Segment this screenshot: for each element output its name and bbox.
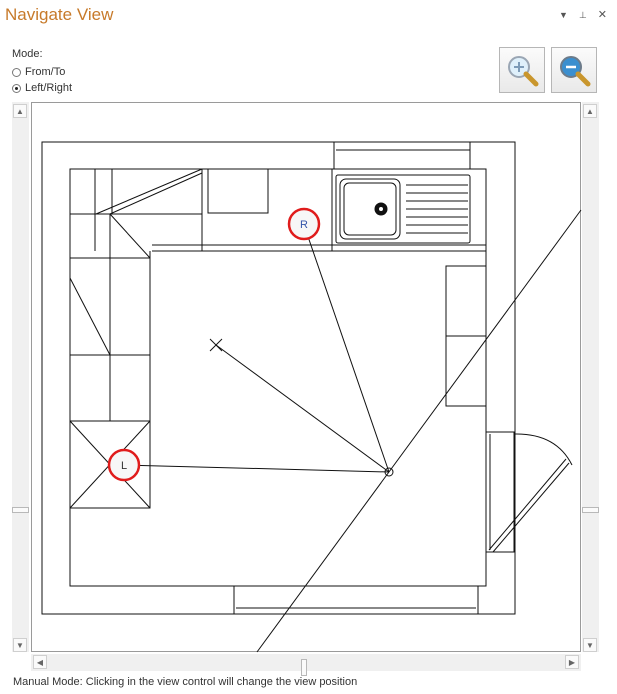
right-cabinet-bottom [445,335,487,407]
scroll-left-arrow-icon[interactable]: ◀ [33,655,47,669]
target-sight-line [215,344,390,473]
marker-right[interactable]: R [287,207,321,241]
left-scroll-thumb[interactable] [12,507,29,513]
panel-title: Navigate View [5,5,114,24]
radio-from-to[interactable] [12,67,21,77]
marker-left[interactable]: L [107,448,141,482]
view-control[interactable]: R L [31,102,582,653]
left-scrollbar[interactable]: ▲ ▼ [12,102,29,652]
zoom-in-button[interactable] [499,47,545,93]
zoom-out-button[interactable] [551,47,597,93]
right-scrollbar[interactable]: ▲ ▼ [582,102,599,652]
right-scroll-thumb[interactable] [582,507,599,513]
zoom-out-icon [560,56,591,87]
right-sight-line [303,224,390,473]
pin-icon[interactable]: ⊥ [579,10,587,21]
panel-title-controls: ▼ ⊥ ✕ [559,8,607,21]
mode-option-from-to-label: From/To [25,66,66,78]
mode-option-from-to[interactable]: From/To [12,66,65,78]
bottom-window [233,585,479,615]
scroll-right-arrow-icon[interactable]: ▶ [565,655,579,669]
marker-left-label: L [121,460,127,472]
floor-plan[interactable]: R L [32,103,582,653]
mode-option-left-right[interactable]: Left/Right [12,82,72,94]
mode-option-left-right-label: Left/Right [25,82,73,94]
dropdown-arrow-icon[interactable]: ▼ [559,10,568,21]
inner-wall [69,168,487,587]
scroll-down-arrow-icon[interactable]: ▼ [583,638,597,652]
scroll-down-arrow-icon[interactable]: ▼ [13,638,27,652]
sink [335,174,471,244]
bottom-scrollbar[interactable]: ◀ ▶ [31,654,581,676]
left-sight-line [123,464,390,473]
door [485,431,573,553]
mode-label: Mode: [12,48,43,60]
scroll-up-arrow-icon[interactable]: ▲ [13,104,27,118]
right-cabinet-top [445,265,487,337]
top-window [333,141,471,170]
marker-right-label: R [300,219,308,231]
status-text: Manual Mode: Clicking in the view contro… [13,676,358,688]
radio-left-right[interactable] [12,83,21,93]
close-icon[interactable]: ✕ [598,8,607,21]
zoom-in-icon [508,56,539,87]
bottom-scroll-thumb[interactable] [301,659,307,676]
scroll-up-arrow-icon[interactable]: ▲ [583,104,597,118]
